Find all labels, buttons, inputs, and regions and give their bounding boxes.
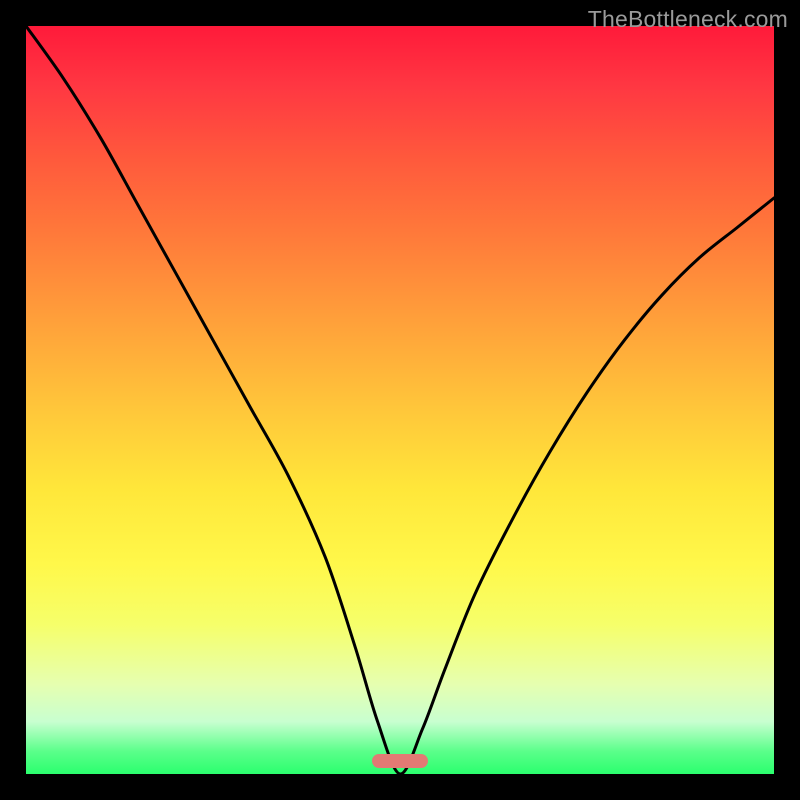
chart-frame: TheBottleneck.com [0, 0, 800, 800]
bottleneck-curve [26, 26, 774, 774]
watermark-text: TheBottleneck.com [588, 6, 788, 33]
optimum-marker [372, 754, 428, 768]
plot-area [26, 26, 774, 774]
